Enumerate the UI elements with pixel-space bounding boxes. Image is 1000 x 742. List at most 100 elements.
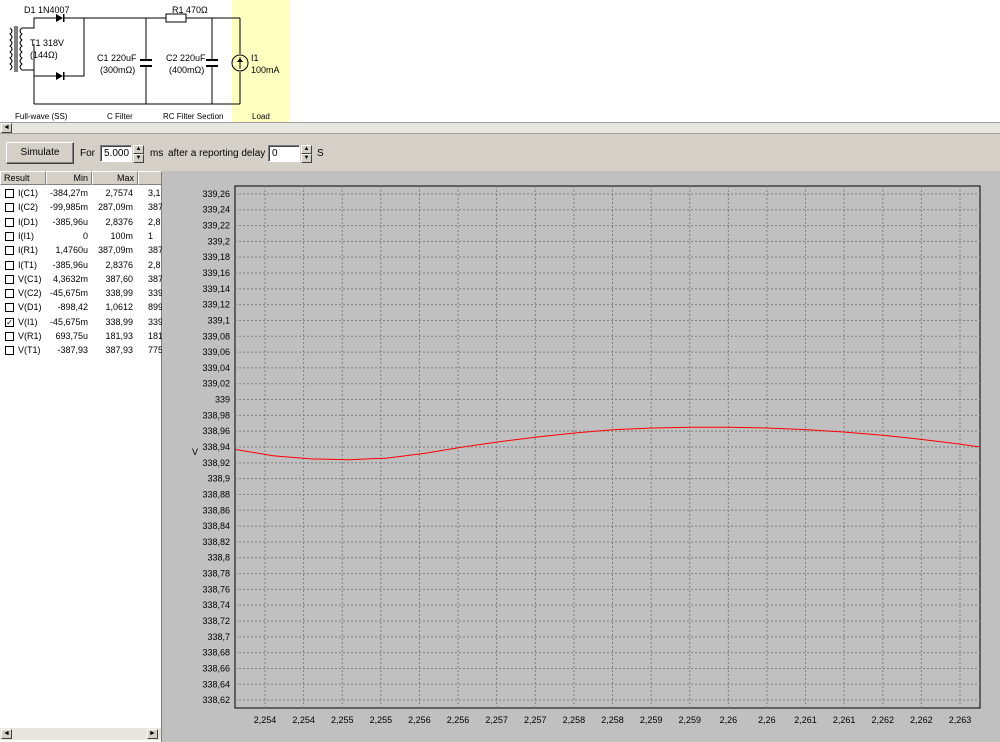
column-header-min[interactable]: Min — [46, 171, 92, 185]
result-row[interactable]: V(C1) 4,3632m 387,60 387 — [0, 273, 162, 286]
schematic-scrollbar[interactable]: ◄ — [0, 122, 1000, 134]
section-cfilter-label: C Filter — [107, 112, 133, 121]
column-header-extra[interactable] — [138, 171, 162, 185]
result-name: V(C2) — [18, 288, 42, 299]
spin-up-icon[interactable]: ▲ — [133, 145, 144, 154]
y-tick-label: 339,26 — [202, 189, 230, 199]
y-tick-label: 339,24 — [202, 205, 230, 215]
spin-down-icon[interactable]: ▼ — [133, 154, 144, 163]
source-value: 100mA — [251, 65, 280, 75]
x-tick-label: 2,263 — [949, 715, 972, 725]
delay-unit: S — [317, 148, 324, 159]
result-row[interactable]: I(C2) -99,985m 287,09m 387, — [0, 201, 162, 214]
y-tick-label: 338,86 — [202, 505, 230, 515]
result-checkbox[interactable]: ✓ — [5, 317, 14, 327]
result-checkbox[interactable] — [5, 346, 14, 356]
x-tick-label: 2,262 — [910, 715, 933, 725]
result-checkbox[interactable] — [5, 189, 14, 198]
delay-input[interactable]: 0 — [268, 145, 300, 162]
result-extra: 899 — [148, 302, 162, 313]
result-row[interactable]: V(D1) -898,42 1,0612 899 — [0, 301, 162, 314]
result-row[interactable]: I(I1) 0 100m 1 — [0, 230, 162, 243]
y-tick-label: 338,94 — [202, 442, 230, 452]
y-tick-label: 339,14 — [202, 284, 230, 294]
x-tick-label: 2,255 — [331, 715, 354, 725]
y-tick-label: 338,64 — [202, 679, 230, 689]
results-scrollbar[interactable]: ◄ ► — [0, 728, 161, 740]
result-name: I(D1) — [18, 216, 38, 227]
resistor-label: R1 470Ω — [172, 5, 208, 15]
y-tick-label: 339,1 — [207, 315, 230, 325]
delay-spinner[interactable]: ▲ ▼ — [301, 145, 312, 163]
result-row[interactable]: ✓ V(I1) -45,675m 338,99 339 — [0, 316, 162, 329]
result-checkbox[interactable] — [5, 203, 14, 213]
spin-down-icon[interactable]: ▼ — [301, 154, 312, 163]
x-tick-label: 2,26 — [720, 715, 738, 725]
y-tick-label: 338,74 — [202, 600, 230, 610]
scroll-left-button[interactable]: ◄ — [1, 123, 12, 133]
results-list[interactable]: Result Min Max I(C1) -384,27m 2,7574 3,1 I(C… — [0, 171, 162, 742]
result-checkbox[interactable] — [5, 260, 14, 270]
result-row[interactable]: I(T1) -385,96u 2,8376 2,8 — [0, 259, 162, 272]
result-min: 0 — [82, 230, 88, 241]
duration-spinner[interactable]: ▲ ▼ — [133, 145, 144, 163]
column-header-result[interactable]: Result — [0, 171, 46, 185]
y-tick-label: 338,96 — [202, 426, 230, 436]
transformer-label: T1 318V — [30, 38, 65, 48]
result-extra: 339 — [148, 288, 162, 299]
result-checkbox[interactable] — [5, 303, 14, 313]
result-checkbox[interactable] — [5, 246, 14, 256]
simulation-toolbar: Simulate For 5.000 ▲ ▼ ms after a reporti… — [0, 134, 1000, 170]
result-checkbox[interactable] — [5, 217, 14, 227]
result-max: 2,7574 — [105, 188, 133, 198]
result-row[interactable]: V(C2) -45,675m 338,99 339 — [0, 287, 162, 300]
y-tick-label: 338,62 — [202, 695, 230, 705]
y-tick-label: 338,68 — [202, 648, 230, 658]
duration-input[interactable]: 5.000 — [100, 145, 132, 162]
y-tick-label: 338,78 — [202, 569, 230, 579]
y-tick-label: 339,02 — [202, 379, 230, 389]
scroll-right-button[interactable]: ► — [147, 729, 158, 739]
x-tick-label: 2,258 — [563, 715, 586, 725]
spin-up-icon[interactable]: ▲ — [301, 145, 312, 154]
scroll-left-button[interactable]: ◄ — [1, 729, 12, 739]
result-min: 693,75u — [55, 331, 88, 341]
result-max: 2,8376 — [105, 216, 133, 227]
result-checkbox[interactable] — [5, 332, 14, 341]
result-name: I(C1) — [18, 188, 38, 198]
source-label: I1 — [251, 53, 259, 63]
result-name: V(I1) — [18, 316, 38, 327]
section-load-label: Load — [252, 112, 270, 121]
y-tick-label: 338,66 — [202, 663, 230, 673]
result-name: V(T1) — [18, 345, 41, 356]
x-tick-label: 2,256 — [408, 715, 431, 725]
result-name: V(C1) — [18, 273, 42, 284]
duration-unit: ms — [150, 148, 164, 159]
y-tick-label: 339,08 — [202, 331, 230, 341]
result-checkbox[interactable] — [5, 231, 14, 241]
delay-label: after a reporting delay of — [168, 148, 277, 159]
result-extra: 775 — [148, 345, 162, 356]
result-row[interactable]: I(D1) -385,96u 2,8376 2,8 — [0, 216, 162, 229]
y-tick-label: 339,04 — [202, 363, 230, 373]
y-tick-label: 339,2 — [207, 236, 230, 246]
result-checkbox[interactable] — [5, 289, 14, 299]
x-tick-label: 2,258 — [601, 715, 624, 725]
result-min: -387,93 — [57, 345, 88, 356]
circuit-schematic[interactable]: D1 1N4007 T1 318V (144Ω) R1 470Ω C1 220u… — [0, 0, 1000, 122]
result-extra: 339 — [148, 316, 162, 327]
c2-label: C2 220uF — [166, 53, 206, 63]
waveform-plot-area[interactable]: 339,26 339,24 339,22 339,2 339,18 339,16 339,1… — [162, 171, 1000, 742]
result-row[interactable]: V(R1) 693,75u 181,93 181 — [0, 330, 162, 343]
column-header-max[interactable]: Max — [92, 171, 138, 185]
result-max: 338,99 — [105, 316, 133, 327]
result-max: 387,93 — [105, 345, 133, 356]
x-tick-label: 2,259 — [678, 715, 701, 725]
transformer-resistance: (144Ω) — [30, 50, 58, 60]
result-row[interactable]: I(R1) 1,4760u 387,09m 387, — [0, 244, 162, 257]
simulate-button[interactable]: Simulate — [6, 142, 74, 164]
result-row[interactable]: V(T1) -387,93 387,93 775 — [0, 344, 162, 357]
result-row[interactable]: I(C1) -384,27m 2,7574 3,1 — [0, 187, 162, 200]
result-max: 338,99 — [105, 288, 133, 299]
result-checkbox[interactable] — [5, 274, 14, 284]
